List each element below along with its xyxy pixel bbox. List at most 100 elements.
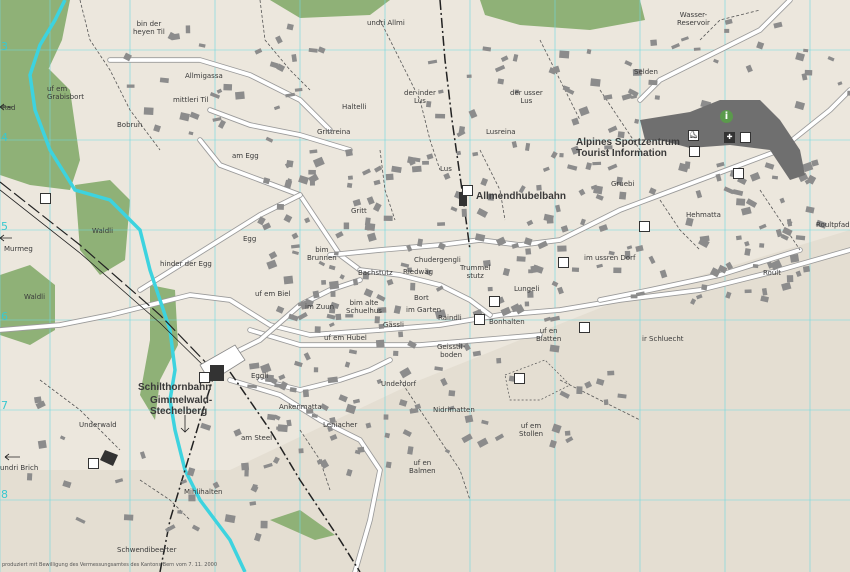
- place-rad[interactable]: Rad: [2, 104, 15, 112]
- place-im-ussren-dorf[interactable]: im ussren Dorf: [584, 254, 635, 262]
- building: [626, 245, 633, 250]
- village-map[interactable]: 3 4 5 6 7 8 bin der heyen Til undri Allm…: [0, 0, 850, 572]
- medical-cross-icon[interactable]: ✚: [724, 132, 735, 143]
- place-uf-em-stollen[interactable]: uf em Stollen: [519, 422, 543, 438]
- place-uf-em-hubel[interactable]: uf em Hubel: [324, 334, 367, 342]
- place-grittreina[interactable]: Grittreina: [317, 128, 350, 136]
- place-bin-der-heyen-til[interactable]: bin der heyen Til: [133, 20, 165, 36]
- place-schwendibeerter[interactable]: Schwendibeerter: [117, 546, 176, 554]
- building: [241, 462, 250, 471]
- place-trummelstutz[interactable]: Trummel stutz: [460, 264, 490, 280]
- sport-icon-left[interactable]: [40, 193, 51, 204]
- place-bonhalten[interactable]: Bonhalten: [489, 318, 525, 326]
- place-gruebi[interactable]: Gruebi: [611, 180, 634, 188]
- place-uf-em-grabisbort[interactable]: uf em Grabisbort: [47, 85, 84, 101]
- building: [607, 125, 618, 134]
- building: [576, 386, 583, 395]
- place-selden[interactable]: Selden: [634, 68, 658, 76]
- place-hehmatta[interactable]: Hehmatta: [686, 211, 721, 219]
- building: [794, 100, 806, 111]
- info-icon[interactable]: i: [720, 110, 733, 123]
- building: [827, 56, 835, 62]
- place-chuderguengli[interactable]: Chudergengli: [414, 256, 461, 264]
- building: [654, 95, 660, 100]
- place-ir-schluecht[interactable]: ir Schluecht: [642, 335, 684, 343]
- place-hinder-der-egg[interactable]: hinder der Egg: [160, 260, 212, 268]
- place-allmigassa[interactable]: Allmigassa: [185, 72, 223, 80]
- climbing-icon[interactable]: [689, 146, 700, 157]
- place-bachstutz[interactable]: Bachstutz: [358, 269, 393, 277]
- place-lungeli[interactable]: Lungeli: [514, 285, 539, 293]
- post-icon-bonhalten[interactable]: [474, 314, 485, 325]
- label-gimmelwald-stechelberg[interactable]: Gimmelwald- Stechelberg: [150, 395, 212, 417]
- place-raindli[interactable]: Raindli: [438, 314, 462, 322]
- place-eggli[interactable]: Eggli: [251, 372, 268, 380]
- place-underdorf[interactable]: Underdorf: [381, 380, 416, 388]
- place-bort[interactable]: Bort: [414, 294, 429, 302]
- place-roultpfad[interactable]: Roultpfad: [816, 221, 850, 229]
- building-icon-ussren-dorf[interactable]: [558, 257, 569, 268]
- place-egg[interactable]: Egg: [243, 235, 256, 243]
- building: [374, 165, 383, 173]
- place-bim-alte-schuelhus[interactable]: bim alte Schuelhus: [346, 299, 382, 315]
- place-am-steel[interactable]: am Steel: [241, 434, 272, 442]
- footpath: [659, 199, 701, 251]
- place-undri-allmi[interactable]: undri Allmi: [367, 19, 405, 27]
- sport-icon-field[interactable]: [514, 373, 525, 384]
- place-uf-em-biel[interactable]: uf em Biel: [255, 290, 290, 298]
- place-ankenmatta[interactable]: Ankenmatta: [279, 403, 322, 411]
- building: [212, 116, 222, 122]
- place-im-garten[interactable]: im Garten: [406, 306, 441, 314]
- building-icon-hehmatta[interactable]: [639, 221, 650, 232]
- place-haltelli[interactable]: Haltelli: [342, 103, 366, 111]
- building: [326, 313, 336, 320]
- meadow-top-right: [480, 0, 645, 30]
- building: [294, 360, 303, 368]
- mail-icon-blatten[interactable]: [579, 322, 590, 333]
- place-waldli-2[interactable]: Waldli: [24, 293, 45, 301]
- building: [385, 461, 392, 469]
- place-geisstilboden[interactable]: Geisstil- boden: [437, 343, 465, 359]
- label-allmendhubelbahn[interactable]: Allmendhubelbahn: [476, 191, 566, 202]
- building: [361, 168, 371, 176]
- place-der-usser-lus[interactable]: der usser Lus: [510, 89, 543, 105]
- arrow-brich: [4, 453, 20, 461]
- place-mittleri-til[interactable]: mittleri Til: [173, 96, 209, 104]
- label-schilthornbahn[interactable]: Schilthornbahn: [138, 382, 211, 393]
- place-am-egg[interactable]: am Egg: [232, 152, 259, 160]
- place-der-inder-lus[interactable]: der inder Lus: [404, 89, 436, 105]
- gallery-icon[interactable]: [740, 132, 751, 143]
- building: [516, 256, 526, 262]
- place-lusreina[interactable]: Lusreina: [486, 128, 516, 136]
- sport-icon-underwald[interactable]: [88, 458, 99, 469]
- place-roult[interactable]: Roult: [763, 269, 781, 277]
- building: [789, 253, 800, 263]
- place-lus[interactable]: Lus: [440, 165, 452, 173]
- place-murmeg[interactable]: Murmeg: [4, 245, 33, 253]
- building: [291, 250, 299, 255]
- place-wasser-reservoir[interactable]: Wasser- Reservoir: [677, 11, 710, 27]
- place-leniacher[interactable]: Leniacher: [323, 421, 357, 429]
- place-uf-en-blatten[interactable]: uf en Blatten: [536, 327, 561, 343]
- place-uf-en-balmen[interactable]: uf en Balmen: [409, 459, 436, 475]
- building: [407, 156, 416, 165]
- building: [393, 350, 399, 357]
- sport-icon-gruebi[interactable]: [733, 168, 744, 179]
- cableway-icon-schilthorn[interactable]: [199, 372, 210, 383]
- place-bobrun[interactable]: Bobrun: [117, 121, 142, 129]
- building: [385, 173, 394, 181]
- place-gassli[interactable]: Gässli: [383, 321, 404, 329]
- skating-icon[interactable]: ⛸: [688, 130, 699, 141]
- label-sportzentrum[interactable]: Alpines Sportzentrum Tourist Information: [576, 137, 680, 159]
- place-bim-brunnen[interactable]: bim Brunnen: [307, 246, 337, 262]
- place-riedweg[interactable]: Riedwäg: [403, 268, 433, 276]
- church-icon[interactable]: [489, 296, 500, 307]
- place-gritt[interactable]: Gritt: [351, 207, 367, 215]
- place-mihlihalten[interactable]: Mihlihalten: [184, 488, 222, 496]
- cableway-icon-allmendhubel[interactable]: [462, 185, 473, 196]
- place-im-zuun[interactable]: im Zuun: [305, 303, 334, 311]
- place-waldli-1[interactable]: Waldli: [92, 227, 113, 235]
- place-nidrimatten[interactable]: Nidrimatten: [433, 406, 475, 414]
- place-underwald[interactable]: Underwald: [79, 421, 117, 429]
- place-undri-brich[interactable]: undri Brich: [0, 464, 38, 472]
